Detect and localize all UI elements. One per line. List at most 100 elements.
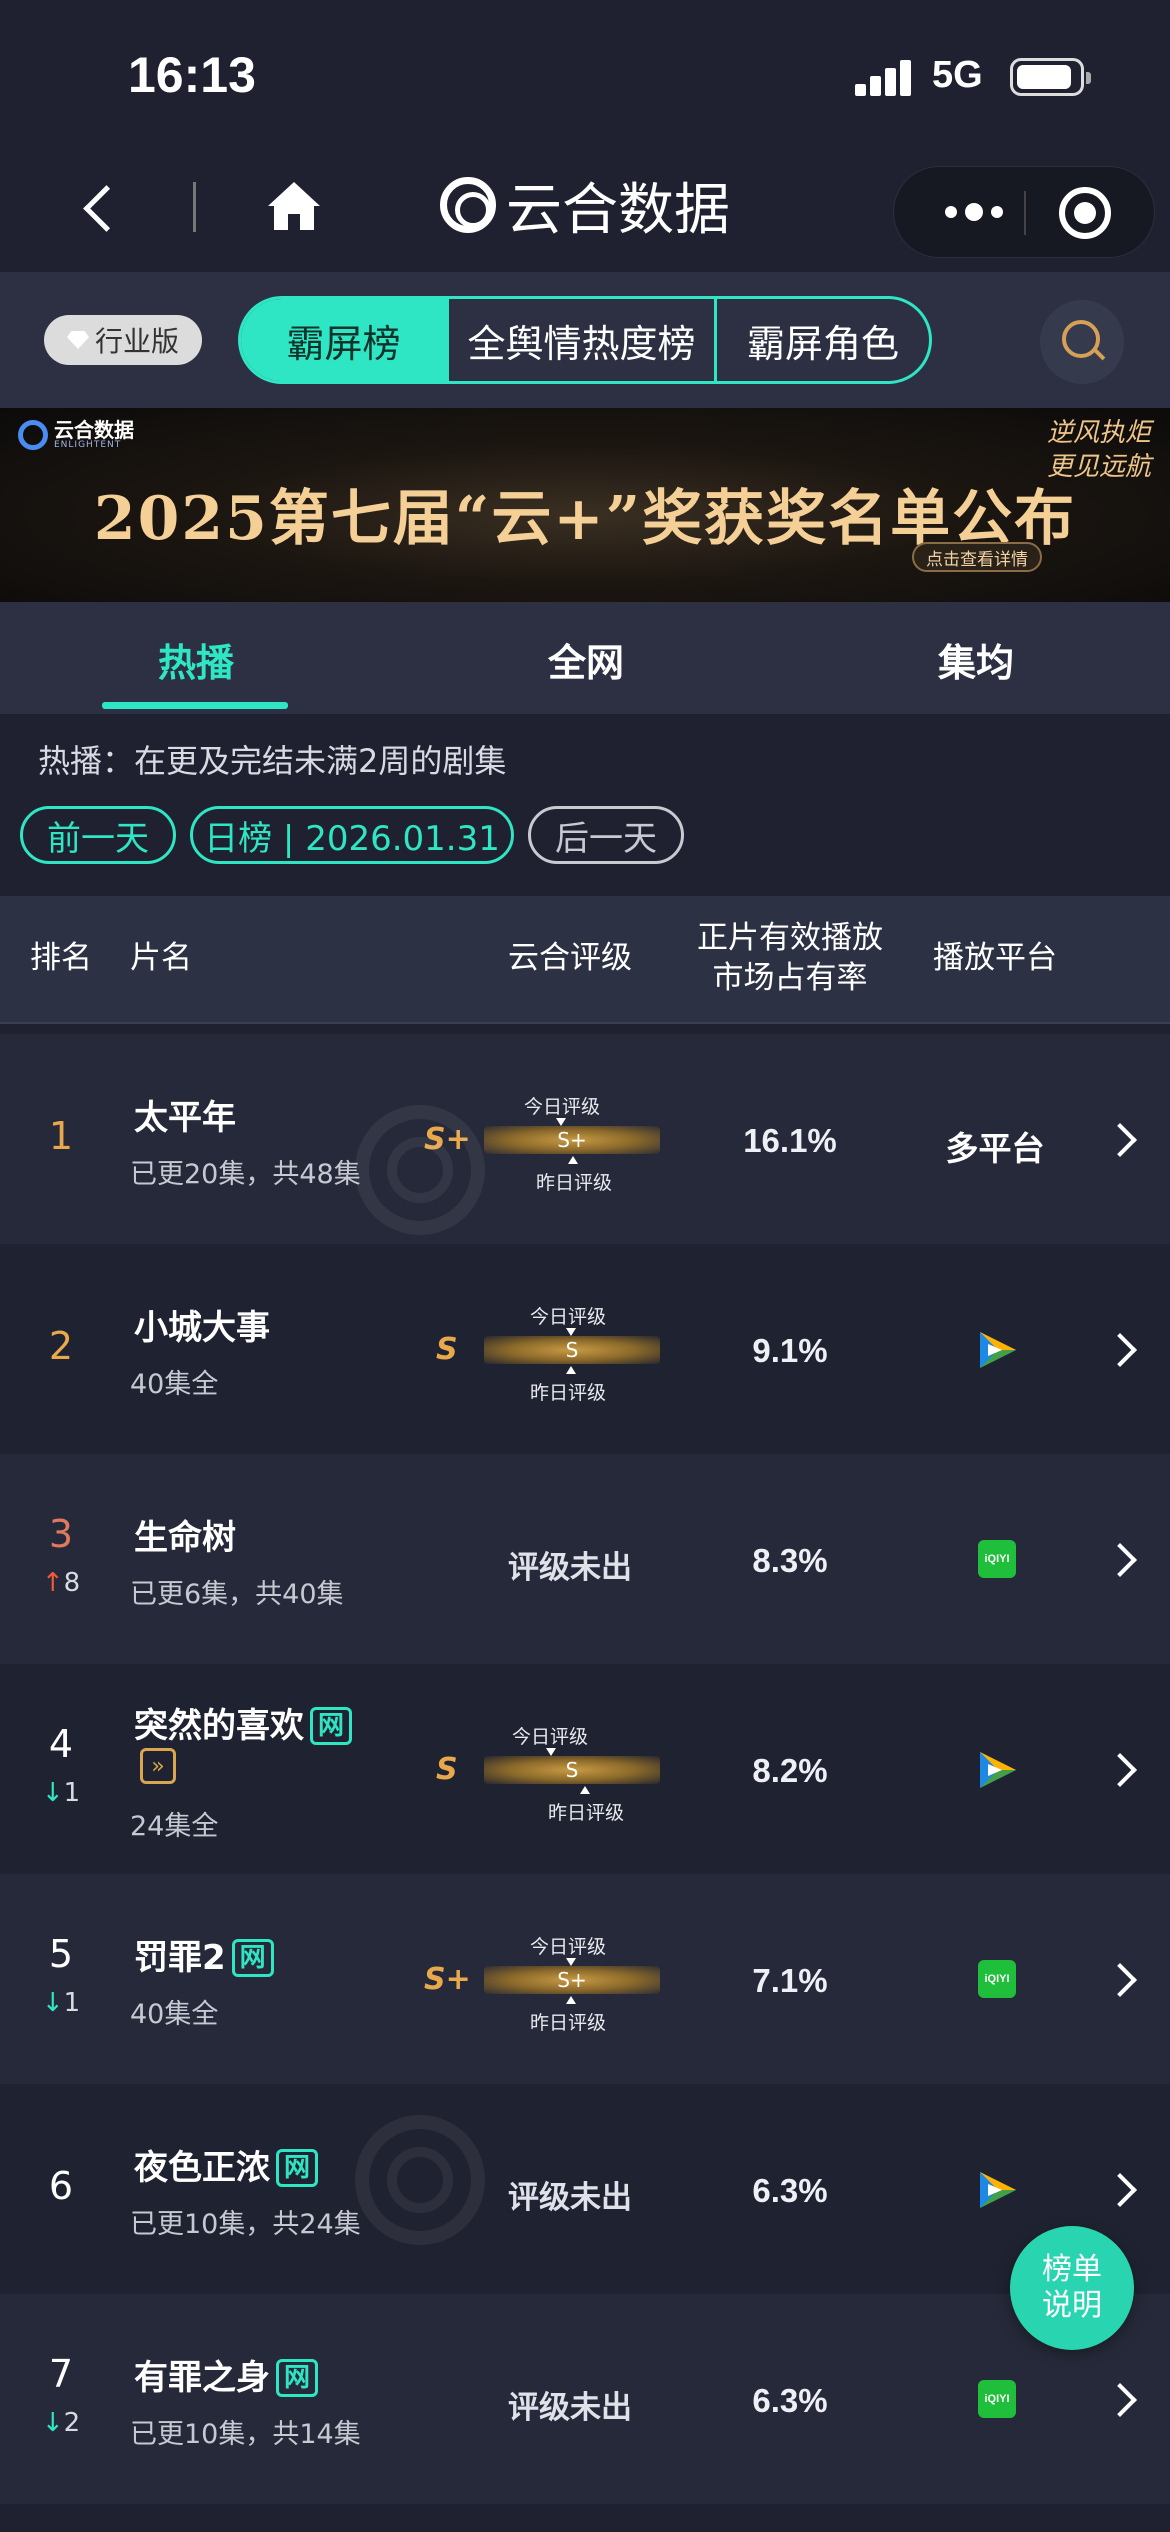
- tencent-video-icon: [980, 2172, 1016, 2208]
- iqiyi-icon: iQIYI: [978, 2380, 1016, 2418]
- nav-divider: [193, 182, 196, 232]
- platform-label: 多平台: [945, 1129, 1045, 1168]
- home-icon[interactable]: [262, 174, 326, 238]
- show-title: 小城大事: [134, 1308, 270, 1348]
- ranking-type-bar: 行业版 霸屏榜 全舆情热度榜 霸屏角色: [0, 272, 1170, 408]
- network-type: 5G: [932, 54, 983, 96]
- market-share: 8.2%: [752, 1752, 828, 1789]
- network-drama-badge: 网: [276, 2359, 319, 2397]
- watermark-logo-icon: [355, 2115, 485, 2245]
- grade-today-label: 今日评级: [530, 1306, 607, 1328]
- network-drama-badge: 网: [276, 2149, 319, 2187]
- table-row[interactable]: 3 ↑8 生命树 已更6集，共40集 评级未出 8.3% iQIYI: [0, 1454, 1170, 1664]
- show-title: 突然的喜欢网: [134, 1698, 353, 1747]
- banner-logo: 云合数据 ENLIGHTENT: [18, 420, 134, 450]
- miniprogram-capsule: [893, 166, 1155, 258]
- today-marker: [566, 1958, 576, 1966]
- banner-cta-button[interactable]: 点击查看详情: [912, 542, 1042, 572]
- market-share: 6.3%: [752, 2382, 828, 2419]
- award-banner[interactable]: 云合数据 ENLIGHTENT 2025第七届“云+”奖获奖名单公布 逆风执炬 …: [0, 408, 1170, 602]
- show-episodes: 40集全: [130, 1369, 219, 1400]
- banner-slogan: 逆风执炬 更见远航: [1046, 418, 1151, 482]
- header-grade: 云合评级: [508, 940, 632, 976]
- show-episodes: 已更20集，共48集: [130, 1159, 361, 1190]
- yesterday-marker: [568, 1156, 578, 1164]
- exclusive-icon: »: [140, 1748, 176, 1784]
- arrow-down-icon: ↓: [41, 1988, 64, 2018]
- yunhe-logo-icon: [440, 177, 496, 233]
- yesterday-marker: [566, 1366, 576, 1374]
- segment-roles[interactable]: 霸屏角色: [717, 299, 929, 381]
- next-day-button[interactable]: 后一天: [528, 806, 684, 864]
- tab-hot[interactable]: 热播: [158, 632, 234, 687]
- grade-today-label: 今日评级: [512, 1726, 589, 1748]
- back-icon[interactable]: [70, 180, 130, 240]
- show-title: 生命树: [134, 1518, 236, 1558]
- prev-day-button[interactable]: 前一天: [20, 806, 176, 864]
- segment-public-opinion[interactable]: 全舆情热度榜: [449, 299, 717, 381]
- grade-letter: S+: [424, 1962, 471, 1997]
- header-rank: 排名: [30, 940, 92, 976]
- table-header: 排名 片名 云合评级 正片有效播放 市场占有率 播放平台: [0, 896, 1170, 1024]
- iqiyi-icon: iQIYI: [978, 1540, 1016, 1578]
- tab-all-network[interactable]: 全网: [548, 632, 624, 687]
- industry-edition-label: 行业版: [94, 325, 179, 358]
- industry-edition-badge[interactable]: 行业版: [44, 315, 202, 365]
- show-title: 罚罪2 网: [134, 1930, 274, 1979]
- rank-number: 7: [48, 2352, 74, 2396]
- header-share: 正片有效播放 市场占有率: [697, 920, 883, 996]
- yesterday-marker: [566, 1996, 576, 2004]
- network-drama-badge: 网: [231, 1939, 274, 1977]
- diamond-icon: [66, 331, 89, 349]
- table-row[interactable]: 1 太平年 已更20集，共48集 S+ 今日评级 S+ 昨日评级 16.1% 多…: [0, 1034, 1170, 1244]
- market-share: 9.1%: [752, 1332, 828, 1369]
- rank-number: 1: [48, 1114, 74, 1158]
- table-row[interactable]: 2 小城大事 40集全 S 今日评级 S 昨日评级 9.1%: [0, 1244, 1170, 1454]
- show-title: 夜色正浓网: [134, 2140, 319, 2189]
- banner-logo-icon: [18, 420, 48, 450]
- chevron-right-icon[interactable]: [1103, 2383, 1137, 2417]
- app-title-text: 云合数据: [506, 177, 730, 243]
- grade-yesterday-label: 昨日评级: [530, 2012, 607, 2034]
- list-description: 热播：在更及完结未满2周的剧集: [38, 742, 507, 780]
- date-selector[interactable]: 日榜 | 2026.01.31: [190, 806, 514, 864]
- rank-trend-down: ↓1: [41, 1988, 81, 2018]
- chevron-right-icon[interactable]: [1103, 1543, 1137, 1577]
- show-episodes: 24集全: [130, 1811, 219, 1842]
- more-icon[interactable]: [934, 197, 1014, 227]
- list-tabs: 热播 全网 集均: [0, 602, 1170, 714]
- rank-number: 2: [48, 1324, 74, 1368]
- grade-yesterday-label: 昨日评级: [548, 1802, 625, 1824]
- chevron-right-icon[interactable]: [1103, 2173, 1137, 2207]
- rank-number: 6: [48, 2164, 74, 2208]
- rank-trend-down: ↓2: [41, 2408, 81, 2438]
- market-share: 16.1%: [743, 1122, 837, 1159]
- grade-today-label: 今日评级: [530, 1936, 607, 1958]
- table-row[interactable]: 4 ↓1 突然的喜欢网 » 24集全 S 今日评级 S 昨日评级 8.2%: [0, 1664, 1170, 1874]
- segment-bapingbang[interactable]: 霸屏榜: [241, 299, 449, 381]
- grade-bar: S+: [484, 1126, 660, 1154]
- show-title: 太平年: [134, 1098, 236, 1138]
- grade-bar: S: [484, 1756, 660, 1784]
- chevron-right-icon[interactable]: [1103, 1123, 1137, 1157]
- chevron-right-icon[interactable]: [1103, 1963, 1137, 1997]
- table-row[interactable]: 7 ↓2 有罪之身网 已更10集，共14集 评级未出 6.3% iQIYI: [0, 2294, 1170, 2504]
- today-marker: [546, 1748, 556, 1756]
- chevron-right-icon[interactable]: [1103, 1753, 1137, 1787]
- nav-bar: 云合数据: [0, 150, 1170, 272]
- search-icon[interactable]: [1040, 300, 1124, 384]
- table-row[interactable]: 6 夜色正浓网 已更10集，共24集 评级未出 6.3%: [0, 2084, 1170, 2294]
- tab-per-episode[interactable]: 集均: [938, 632, 1014, 687]
- rank-trend-down: ↓1: [41, 1778, 81, 1808]
- market-share: 7.1%: [752, 1962, 828, 1999]
- tencent-video-icon: [980, 1752, 1016, 1788]
- market-share: 6.3%: [752, 2172, 828, 2209]
- show-episodes: 已更10集，共24集: [130, 2209, 361, 2240]
- rank-trend-up: ↑8: [41, 1568, 81, 1598]
- rank-number: 5: [48, 1932, 74, 1976]
- table-row[interactable]: 5 ↓1 罚罪2 网 40集全 S+ 今日评级 S+ 昨日评级 7.1% iQIY…: [0, 1874, 1170, 2084]
- today-marker: [556, 1118, 566, 1126]
- close-miniprogram-icon[interactable]: [1059, 187, 1111, 239]
- ranking-help-button[interactable]: 榜单 说明: [1010, 2226, 1134, 2350]
- chevron-right-icon[interactable]: [1103, 1333, 1137, 1367]
